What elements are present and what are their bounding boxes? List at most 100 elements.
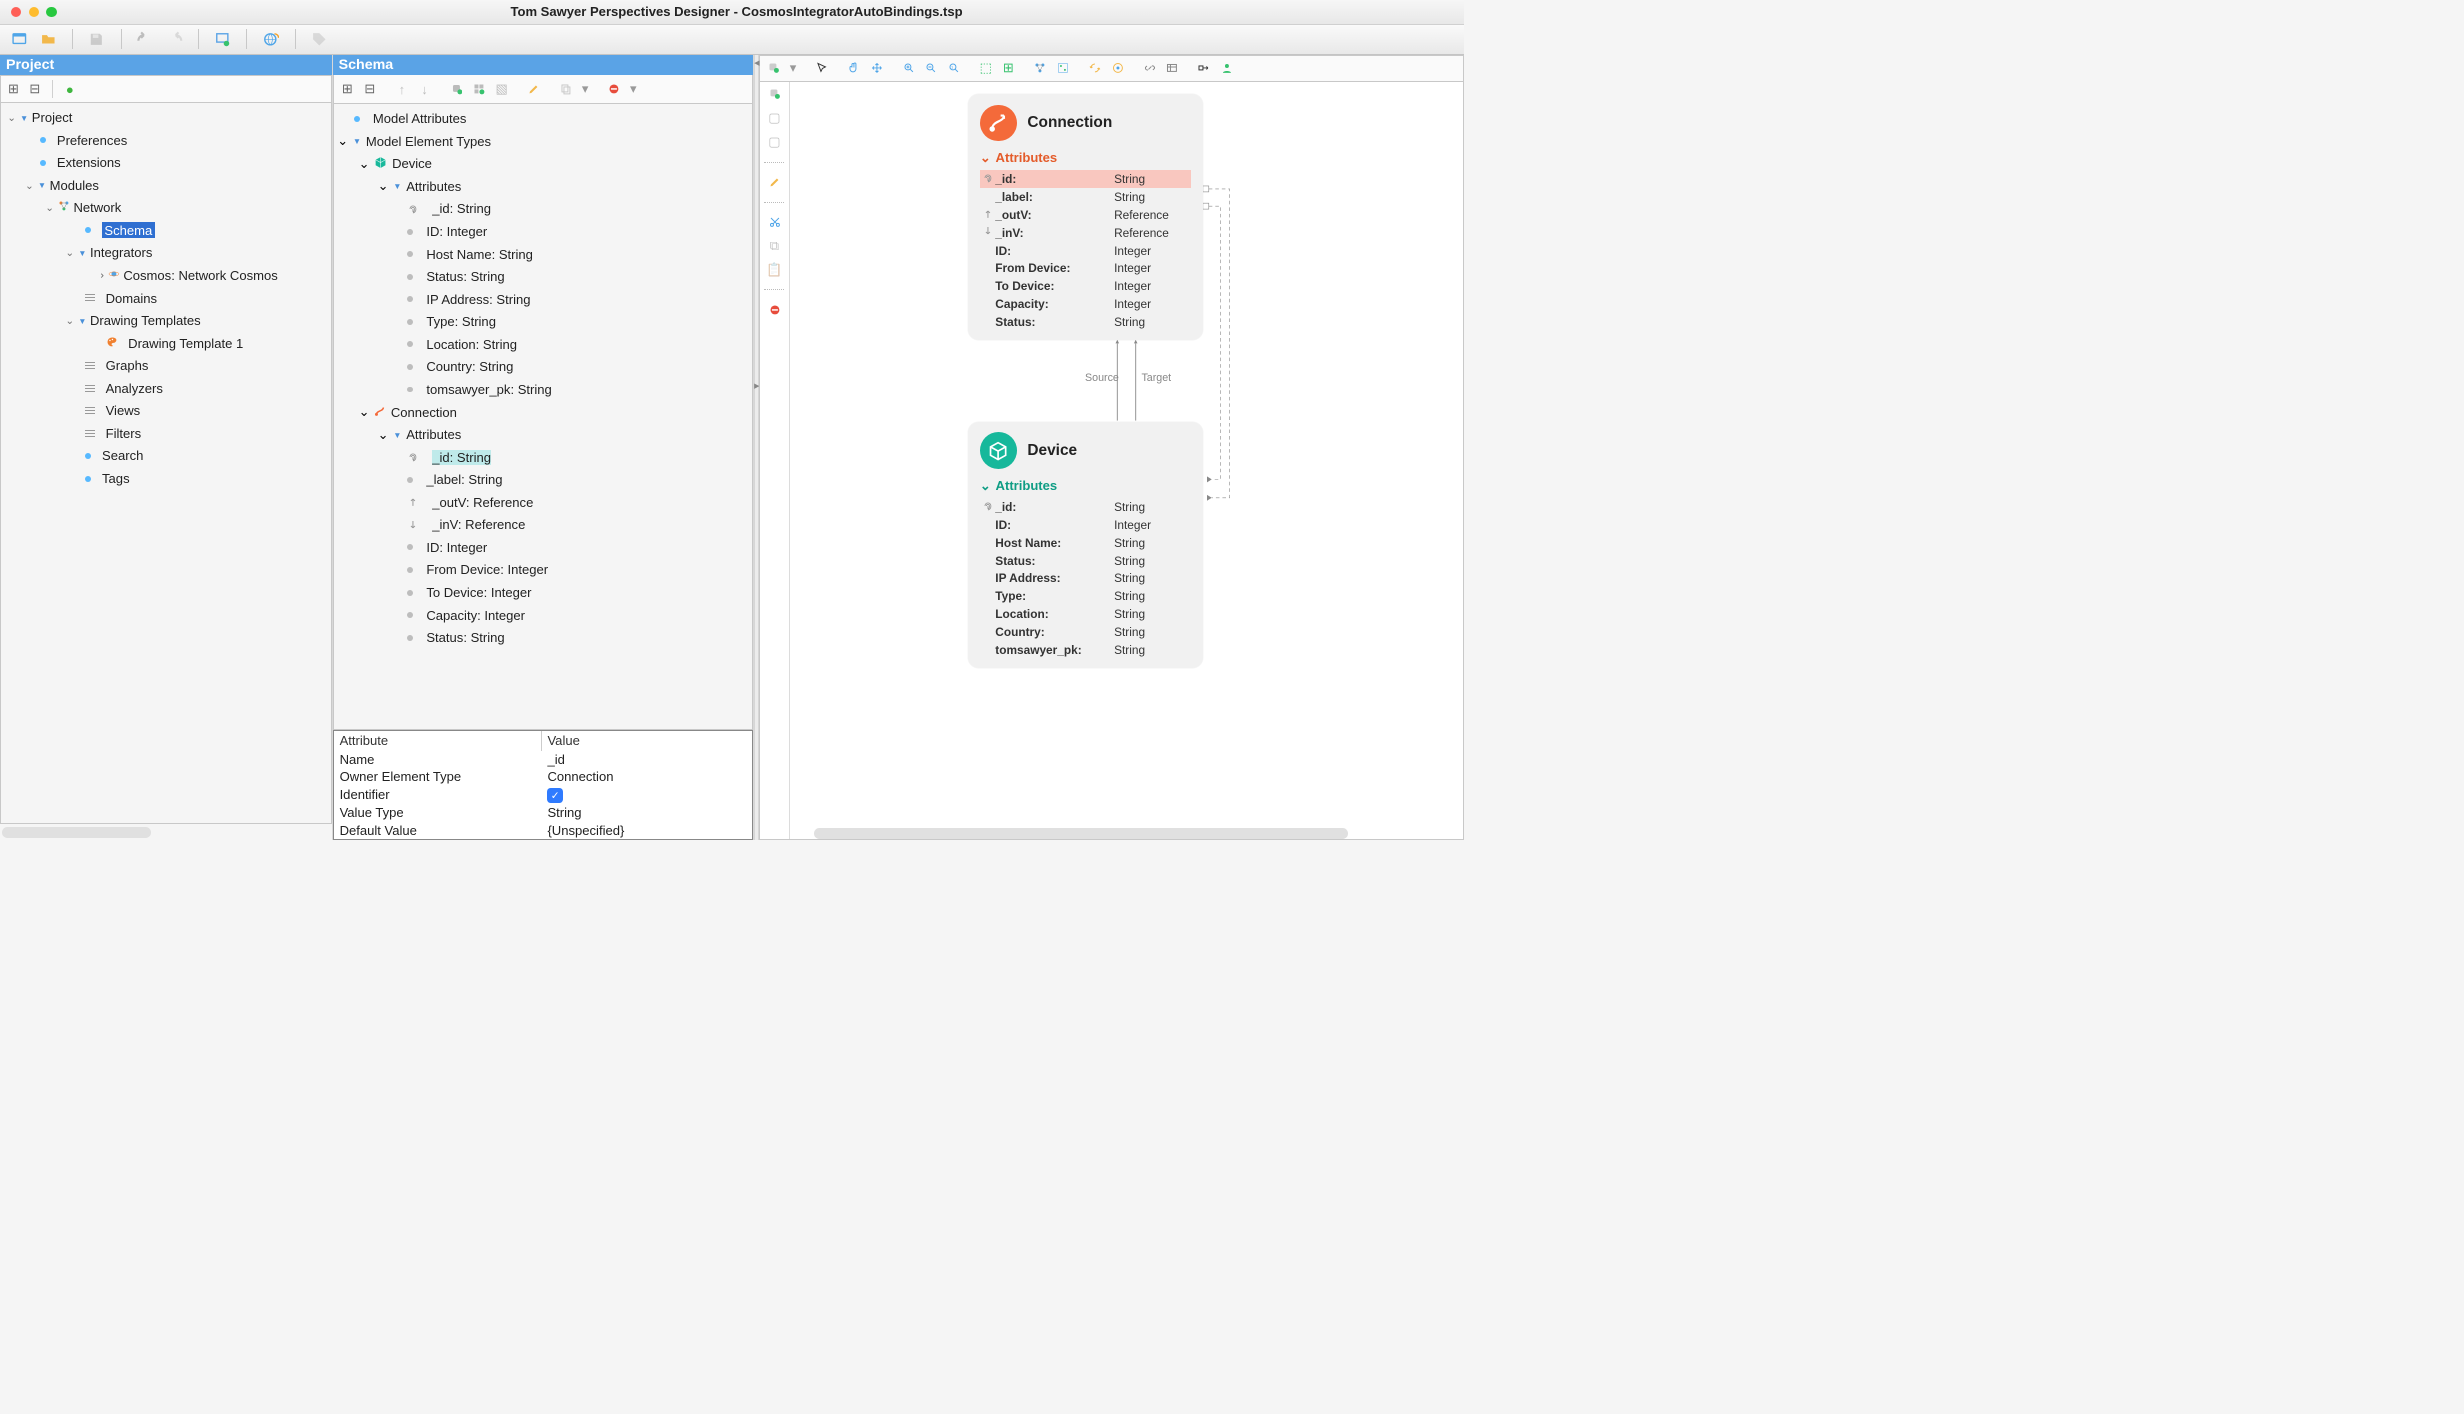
device-attr-row[interactable]: Type:String [980, 587, 1191, 605]
project-tree[interactable]: ⌄▼Project Preferences Extensions ⌄▼Modul… [0, 103, 332, 825]
connection-attr-row[interactable]: _id:String [980, 170, 1191, 188]
tree-node-analyzers[interactable]: Analyzers [5, 377, 331, 400]
schema-node-connection-attributes[interactable]: ⌄▼Attributes [337, 423, 749, 446]
copy-icon[interactable] [559, 83, 572, 96]
expand-all-icon[interactable]: ⊞ [7, 83, 20, 96]
schema-connection-attr[interactable]: Capacity: Integer [337, 604, 749, 627]
schema-device-attr[interactable]: Type: String [337, 311, 749, 334]
connection-attr-row[interactable]: Status:String [980, 313, 1191, 331]
layout-1-icon[interactable]: ⬚ [979, 62, 992, 75]
tree-node-drawing-templates[interactable]: ⌄▼Drawing Templates [5, 309, 331, 332]
refresh-layout-icon[interactable] [1088, 62, 1101, 75]
edit-icon[interactable] [527, 83, 540, 96]
tree-node-domains[interactable]: Domains [5, 287, 331, 310]
schema-device-attr[interactable]: tomsawyer_pk: String [337, 378, 749, 401]
schema-tree[interactable]: Model Attributes ⌄▼Model Element Types ⌄… [333, 104, 754, 730]
pointer-icon[interactable] [815, 62, 828, 75]
graph-2-icon[interactable] [1056, 62, 1069, 75]
prop-valuetype-value[interactable]: String [542, 804, 588, 821]
move-up-icon[interactable]: ↑ [395, 83, 408, 96]
cut-icon[interactable] [768, 216, 781, 229]
zoom-in-icon[interactable] [902, 62, 915, 75]
tree-node-schema[interactable]: Schema [5, 219, 331, 242]
schema-device-attr[interactable]: Host Name: String [337, 243, 749, 266]
project-hscrollbar[interactable] [2, 827, 151, 838]
schema-connection-attr[interactable]: ID: Integer [337, 536, 749, 559]
save-icon[interactable] [87, 30, 106, 49]
expand-all-icon[interactable]: ⊞ [341, 83, 354, 96]
tree-node-search[interactable]: Search [5, 445, 331, 468]
export-icon[interactable] [1198, 62, 1211, 75]
layout-2-icon[interactable]: ⊞ [1002, 62, 1015, 75]
tree-node-modules[interactable]: ⌄▼Modules [5, 174, 331, 197]
auto-layout-icon[interactable] [1111, 62, 1124, 75]
device-card[interactable]: Device ⌄Attributes _id:StringID:IntegerH… [968, 422, 1203, 668]
globe-refresh-icon[interactable] [261, 30, 280, 49]
add-item-icon[interactable]: ● [63, 83, 76, 96]
tree-node-network[interactable]: ⌄Network [5, 197, 331, 220]
schema-device-attr[interactable]: Location: String [337, 333, 749, 356]
tree-node-drawing-template-1[interactable]: Drawing Template 1 [5, 332, 331, 355]
schema-device-attr[interactable]: IP Address: String [337, 288, 749, 311]
tree-node-tags[interactable]: Tags [5, 467, 331, 490]
schema-device-attr[interactable]: _id: String [337, 198, 749, 221]
tree-node-project[interactable]: ⌄▼Project [5, 106, 331, 129]
paste-icon[interactable]: 📋 [768, 263, 781, 276]
connection-attr-row[interactable]: To Device:Integer [980, 277, 1191, 295]
add-shape-icon[interactable] [768, 88, 781, 101]
zoom-fit-icon[interactable]: 1 [947, 62, 960, 75]
user-icon[interactable] [1220, 62, 1233, 75]
minimize-window-button[interactable] [29, 7, 40, 18]
identifier-checkbox[interactable]: ✓ [547, 788, 562, 803]
undo-icon[interactable] [135, 30, 154, 49]
tree-node-cosmos[interactable]: ⌄Cosmos: Network Cosmos [5, 264, 331, 287]
close-window-button[interactable] [11, 7, 22, 18]
add-element-icon[interactable] [450, 83, 463, 96]
redo-icon[interactable] [165, 30, 184, 49]
tree-node-graphs[interactable]: Graphs [5, 354, 331, 377]
connection-attr-header[interactable]: ⌄Attributes [980, 150, 1191, 166]
schema-connection-attr[interactable]: _id: String [337, 446, 749, 469]
canvas-hscrollbar[interactable] [814, 828, 1349, 839]
shape-icon[interactable]: ▢ [768, 112, 781, 125]
delete2-icon[interactable] [768, 303, 781, 316]
schema-node-device-attributes[interactable]: ⌄▼Attributes [337, 175, 749, 198]
prop-default-value[interactable]: {Unspecified} [542, 822, 631, 839]
device-attr-row[interactable]: _id:String [980, 498, 1191, 516]
schema-connection-attr[interactable]: _outV: Reference [337, 491, 749, 514]
connection-attr-row[interactable]: _label:String [980, 188, 1191, 206]
schema-connection-attr[interactable]: From Device: Integer [337, 559, 749, 582]
collapse-all-icon[interactable]: ⊟ [363, 83, 376, 96]
move-icon[interactable] [870, 62, 883, 75]
schema-connection-attr[interactable]: _label: String [337, 468, 749, 491]
device-attr-row[interactable]: IP Address:String [980, 570, 1191, 588]
prop-name-value[interactable]: _id [542, 751, 571, 768]
tag-icon[interactable] [309, 30, 328, 49]
schema-connection-attr[interactable]: To Device: Integer [337, 581, 749, 604]
schema-node-device[interactable]: ⌄Device [337, 153, 749, 176]
schema-connection-attr[interactable]: _inV: Reference [337, 514, 749, 537]
prop-owner-value[interactable]: Connection [542, 768, 620, 785]
schema-node-model-attributes[interactable]: Model Attributes [337, 107, 749, 130]
tree-node-views[interactable]: Views [5, 400, 331, 423]
table-view-icon[interactable] [1166, 62, 1179, 75]
block-icon[interactable]: ▧ [495, 83, 508, 96]
tree-node-integrators[interactable]: ⌄▼Integrators [5, 242, 331, 265]
shape2-icon[interactable]: ▢ [768, 135, 781, 148]
deploy-icon[interactable] [213, 30, 232, 49]
schema-connection-attr[interactable]: Status: String [337, 626, 749, 649]
delete-icon[interactable] [607, 83, 620, 96]
device-attr-row[interactable]: Status:String [980, 552, 1191, 570]
graph-1-icon[interactable] [1034, 62, 1047, 75]
connection-attr-row[interactable]: ID:Integer [980, 242, 1191, 260]
device-attr-row[interactable]: tomsawyer_pk:String [980, 641, 1191, 659]
connection-attr-row[interactable]: _outV:Reference [980, 206, 1191, 224]
connection-attr-row[interactable]: _inV:Reference [980, 224, 1191, 242]
connection-attr-row[interactable]: Capacity:Integer [980, 295, 1191, 313]
device-attr-row[interactable]: Location:String [980, 605, 1191, 623]
schema-device-attr[interactable]: Status: String [337, 265, 749, 288]
schema-device-attr[interactable]: ID: Integer [337, 220, 749, 243]
schema-device-attr[interactable]: Country: String [337, 356, 749, 379]
tree-node-preferences[interactable]: Preferences [5, 129, 331, 152]
device-attr-header[interactable]: ⌄Attributes [980, 478, 1191, 494]
